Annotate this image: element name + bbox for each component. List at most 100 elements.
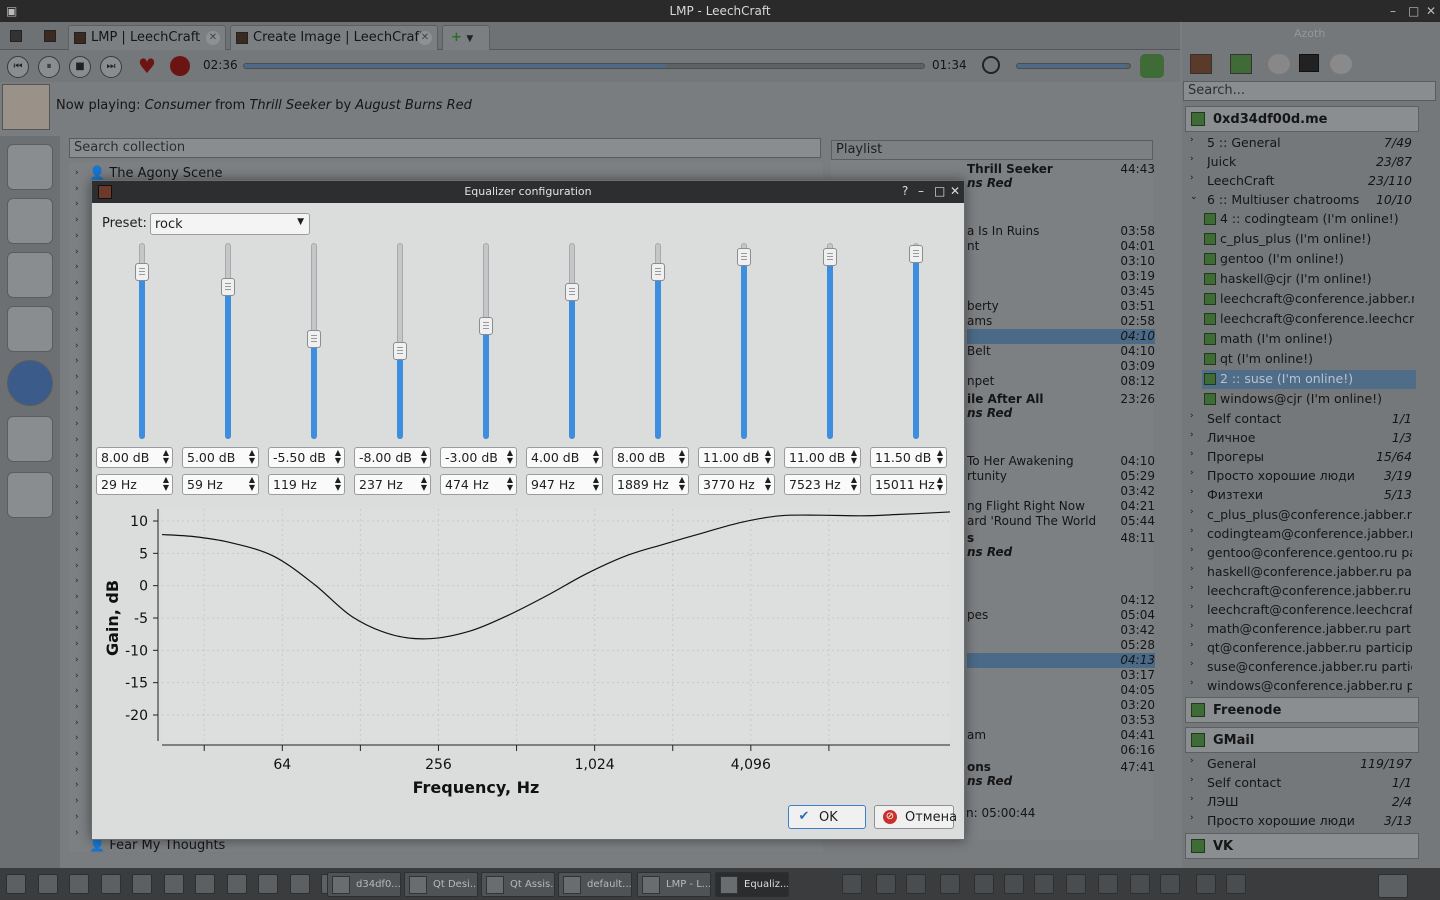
next-track-button[interactable]: ⏭ — [100, 56, 122, 78]
roster-chatroom[interactable]: haskell@cjr (I'm online!) — [1202, 270, 1416, 289]
playlist-track-row[interactable]: 04:05 — [967, 683, 1155, 698]
previous-track-button[interactable]: ⏮ — [7, 56, 29, 78]
slider-handle[interactable] — [737, 247, 751, 266]
playlist-track-row[interactable]: 06:16 — [967, 743, 1155, 758]
slider-handle[interactable] — [307, 329, 321, 348]
launcher-icon[interactable] — [6, 874, 26, 894]
expand-arrow-icon[interactable]: › — [1190, 154, 1194, 164]
tray-icon[interactable] — [1098, 874, 1118, 894]
file-system-icon[interactable] — [7, 416, 53, 462]
band-gain-spinbox[interactable]: 4.00 dB ▲ ▼ — [526, 447, 603, 468]
spin-arrows-icon[interactable]: ▲ ▼ — [335, 476, 341, 492]
playlist-track-row[interactable]: a Is In Ruins 03:58 — [967, 224, 1155, 239]
roster-chatroom[interactable]: 2 :: suse (I'm online!) — [1202, 370, 1416, 389]
roster-chatroom[interactable]: c_plus_plus (I'm online!) — [1202, 230, 1416, 249]
account-freenode[interactable]: Freenode — [1185, 697, 1419, 723]
launcher-icon[interactable] — [195, 874, 215, 894]
launcher-icon[interactable] — [69, 874, 89, 894]
roster-group[interactable]: › Прогеры 15/64 — [1186, 448, 1416, 467]
launcher-icon[interactable] — [100, 874, 121, 894]
band-gain-spinbox[interactable]: -5.50 dB ▲ ▼ — [268, 447, 345, 468]
spin-arrows-icon[interactable]: ▲ ▼ — [765, 476, 771, 492]
spin-arrows-icon[interactable]: ▲ ▼ — [249, 449, 255, 465]
band-gain-slider[interactable] — [392, 243, 408, 439]
usb-device-icon[interactable] — [7, 472, 53, 518]
playlist-album-row[interactable]: ile After All 23:26 ns Red — [967, 392, 1155, 424]
expand-arrow-icon[interactable]: › — [1190, 449, 1194, 459]
tray-icon[interactable] — [1066, 874, 1086, 894]
roster-group[interactable]: › Juick 23/87 — [1186, 153, 1416, 172]
love-icon[interactable]: ♥ — [138, 54, 156, 78]
tray-icon[interactable] — [906, 874, 926, 894]
band-gain-slider[interactable] — [822, 243, 838, 439]
launcher-icon[interactable] — [37, 874, 58, 894]
launcher-icon[interactable] — [163, 874, 184, 894]
tab-lmp[interactable]: LMP | LeechCraft ✕ — [68, 25, 226, 50]
slider-handle[interactable] — [823, 247, 837, 266]
expand-arrow-icon[interactable]: › — [1190, 173, 1194, 183]
expand-arrow-icon[interactable]: › — [1190, 507, 1194, 517]
taskbar-window-item[interactable]: default... — [558, 872, 632, 897]
slider-handle[interactable] — [565, 282, 579, 301]
band-frequency-spinbox[interactable]: 119 Hz ▲ ▼ — [268, 474, 345, 495]
spin-arrows-icon[interactable]: ▲ ▼ — [593, 449, 599, 465]
volume-slider[interactable] — [1016, 63, 1131, 69]
roster-group[interactable]: › windows@conference.jabber.ru p... — [1186, 677, 1416, 696]
account-gmail[interactable]: GMail — [1185, 727, 1419, 753]
tray-icon[interactable] — [1130, 874, 1150, 894]
playlist-track-row[interactable]: ard 'Round The World 05:44 — [967, 514, 1155, 529]
roster-group[interactable]: › Просто хорошие люди 3/13 — [1186, 812, 1416, 831]
taskbar-window-item[interactable]: LMP - L... — [637, 872, 711, 897]
cancel-button[interactable]: ⊘ Отмена — [874, 805, 957, 829]
expand-arrow-icon[interactable]: › — [1190, 659, 1194, 669]
roster-group[interactable]: › Self contact 1/1 — [1186, 410, 1416, 429]
slider-handle[interactable] — [221, 277, 235, 296]
expand-arrow-icon[interactable]: › — [1190, 411, 1194, 421]
band-gain-slider[interactable] — [306, 243, 322, 439]
playlist-track-row[interactable]: To Her Awakening 04:10 — [967, 454, 1155, 469]
expand-arrow-icon[interactable]: › — [1190, 678, 1194, 688]
slider-handle[interactable] — [393, 341, 407, 360]
band-gain-spinbox[interactable]: 11.50 dB ▲ ▼ — [870, 447, 947, 468]
roster-group[interactable]: › 5 :: General 7/49 — [1186, 134, 1416, 153]
roster-group[interactable]: › Self contact 1/1 — [1186, 774, 1416, 793]
band-gain-slider[interactable] — [908, 243, 924, 439]
minimize-icon[interactable]: – — [1390, 4, 1396, 18]
console-icon[interactable] — [1299, 54, 1319, 72]
social-icon[interactable] — [7, 306, 53, 352]
collection-search-input[interactable]: Search collection — [69, 138, 821, 158]
roster-group[interactable]: › ЛЭШ 2/4 — [1186, 793, 1416, 812]
preset-select[interactable]: rock ▼ — [150, 213, 310, 235]
roster-group[interactable]: › General 119/197 — [1186, 755, 1416, 774]
band-frequency-spinbox[interactable]: 237 Hz ▲ ▼ — [354, 474, 431, 495]
tray-icon[interactable] — [1034, 874, 1054, 894]
band-gain-slider[interactable] — [134, 243, 150, 439]
account-vk[interactable]: VK — [1185, 833, 1419, 859]
expand-arrow-icon[interactable]: › — [1190, 487, 1194, 497]
minimize-icon[interactable]: – — [918, 184, 924, 198]
volume-icon[interactable] — [982, 56, 1000, 74]
playlist-track-row[interactable]: berty 03:51 — [967, 299, 1155, 314]
playlist-track-row[interactable]: ng Flight Right Now 04:21 — [967, 499, 1155, 514]
roster-chatroom[interactable]: qt (I'm online!) — [1202, 350, 1416, 369]
playlists-icon[interactable] — [7, 198, 53, 244]
roster-chatroom[interactable]: windows@cjr (I'm online!) — [1202, 390, 1416, 409]
spin-arrows-icon[interactable]: ▲ ▼ — [679, 476, 685, 492]
roster-group[interactable]: › suse@conference.jabber.ru partic... — [1186, 658, 1416, 677]
spin-arrows-icon[interactable]: ▲ ▼ — [335, 449, 341, 465]
tray-icon[interactable] — [842, 874, 862, 894]
band-gain-slider[interactable] — [220, 243, 236, 439]
playlist-track-row[interactable]: pes 05:04 — [967, 608, 1155, 623]
roster-group[interactable]: › Физтехи 5/13 — [1186, 486, 1416, 505]
spin-arrows-icon[interactable]: ▲ ▼ — [507, 476, 513, 492]
slider-handle[interactable] — [479, 317, 493, 336]
playlist-manager-icon[interactable] — [7, 252, 53, 298]
playlist-track-row[interactable]: ams 02:58 — [967, 314, 1155, 329]
taskbar-window-item[interactable]: Qt Desi... — [404, 872, 478, 897]
spin-arrows-icon[interactable]: ▲ ▼ — [163, 476, 169, 492]
spin-arrows-icon[interactable]: ▲ ▼ — [765, 449, 771, 465]
band-frequency-spinbox[interactable]: 59 Hz ▲ ▼ — [182, 474, 259, 495]
expand-arrow-icon[interactable]: › — [1190, 813, 1194, 823]
band-gain-slider[interactable] — [478, 243, 494, 439]
taskbar-window-item[interactable]: d34df0... — [327, 872, 401, 897]
